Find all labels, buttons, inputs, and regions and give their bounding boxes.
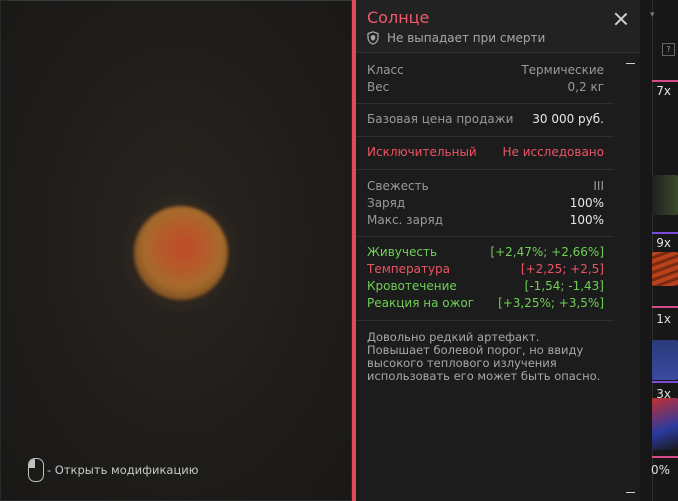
basic-stats-section: Класс Термические Вес 0,2 кг <box>356 53 614 104</box>
tooltip-body: Класс Термические Вес 0,2 кг Базовая цен… <box>356 53 614 393</box>
condition-label: Макс. заряд <box>367 213 444 227</box>
rarity-label: Исключительный <box>367 145 477 159</box>
research-status: Не исследовано <box>502 145 604 159</box>
effect-row-burn-reaction: Реакция на ожог [+3,25%; +3,5%] <box>367 295 604 312</box>
mouse-left-click-icon <box>28 458 44 482</box>
slot-rarity-bar <box>652 232 678 234</box>
stat-row-weight: Вес 0,2 кг <box>367 79 604 96</box>
drop-note: Не выпадает при смерти <box>367 31 545 45</box>
item-description: Довольно редкий артефакт. Повышает болев… <box>367 330 601 383</box>
stat-value: 0,2 кг <box>567 80 604 94</box>
price-label: Базовая цена продажи <box>367 112 514 126</box>
slot-rarity-bar <box>652 381 678 383</box>
open-modification-hint[interactable]: - Открыть модификацию <box>28 458 198 482</box>
scroll-down-icon[interactable] <box>626 492 635 493</box>
drop-note-text: Не выпадает при смерти <box>387 31 546 45</box>
effect-label: Температура <box>367 262 451 276</box>
effect-label: Живучесть <box>367 245 438 259</box>
condition-row-freshness: Свежесть III <box>367 178 604 195</box>
effect-row-temperature: Температура [+2,25; +2,5] <box>367 261 604 278</box>
effects-section: Живучесть [+2,47%; +2,66%] Температура [… <box>356 237 614 321</box>
slot-count: 9x <box>656 236 671 250</box>
condition-label: Заряд <box>367 196 406 210</box>
slot-rarity-bar <box>652 306 678 308</box>
effect-value: [+3,25%; +3,5%] <box>498 296 604 310</box>
condition-row-charge: Заряд 100% <box>367 195 604 212</box>
preview-top-divider <box>8 0 352 1</box>
slot-rarity-bar <box>652 80 678 82</box>
slot-rarity-bar <box>652 456 678 458</box>
condition-value: III <box>593 179 604 193</box>
tooltip-scrollbar[interactable] <box>624 53 636 501</box>
artifact-3d-model[interactable] <box>134 206 228 300</box>
tooltip-header: Солнце Не выпадает при смерти <box>356 0 640 53</box>
stat-label: Вес <box>367 80 390 94</box>
chevron-down-icon[interactable]: ▾ <box>650 10 655 20</box>
price-row: Базовая цена продажи 30 000 руб. <box>367 111 604 128</box>
item-name: Солнце <box>367 8 430 27</box>
rarity-section: Исключительный Не исследовано <box>356 137 614 170</box>
effect-label: Кровотечение <box>367 279 457 293</box>
help-icon[interactable]: ? <box>662 43 675 56</box>
stat-row-class: Класс Термические <box>367 62 604 79</box>
slot-count: 1x <box>656 312 671 326</box>
open-modification-label: - Открыть модификацию <box>47 463 199 477</box>
scroll-up-icon[interactable] <box>626 63 635 64</box>
slot-count: 7x <box>656 84 671 98</box>
effect-value: [-1,54; -1,43] <box>524 279 604 293</box>
slot-item-thumbnail[interactable] <box>652 398 678 450</box>
rarity-row: Исключительный Не исследовано <box>367 144 604 161</box>
effect-row-bleeding: Кровотечение [-1,54; -1,43] <box>367 278 604 295</box>
stat-value: Термические <box>521 63 604 77</box>
price-section: Базовая цена продажи 30 000 руб. <box>356 104 614 137</box>
condition-value: 100% <box>569 196 604 210</box>
shield-icon <box>367 31 379 45</box>
condition-label: Свежесть <box>367 179 429 193</box>
slot-item-thumbnail[interactable] <box>652 340 678 380</box>
artifact-preview-pane[interactable]: - Открыть модификацию <box>0 0 352 501</box>
effect-value: [+2,47%; +2,66%] <box>490 245 604 259</box>
condition-value: 100% <box>569 213 604 227</box>
condition-section: Свежесть III Заряд 100% Макс. заряд 100% <box>356 170 614 237</box>
slot-item-thumbnail[interactable] <box>652 175 678 215</box>
close-icon[interactable] <box>614 12 628 26</box>
item-tooltip-panel: Солнце Не выпадает при смерти Класс Терм… <box>352 0 640 501</box>
slot-durability: 0% <box>650 463 670 477</box>
price-value: 30 000 руб. <box>532 112 604 126</box>
stat-label: Класс <box>367 63 404 77</box>
slot-item-thumbnail[interactable] <box>652 252 678 286</box>
effect-label: Реакция на ожог <box>367 296 475 310</box>
effect-value: [+2,25; +2,5] <box>520 262 604 276</box>
effect-row-vitality: Живучесть [+2,47%; +2,66%] <box>367 244 604 261</box>
condition-row-max-charge: Макс. заряд 100% <box>367 212 604 229</box>
